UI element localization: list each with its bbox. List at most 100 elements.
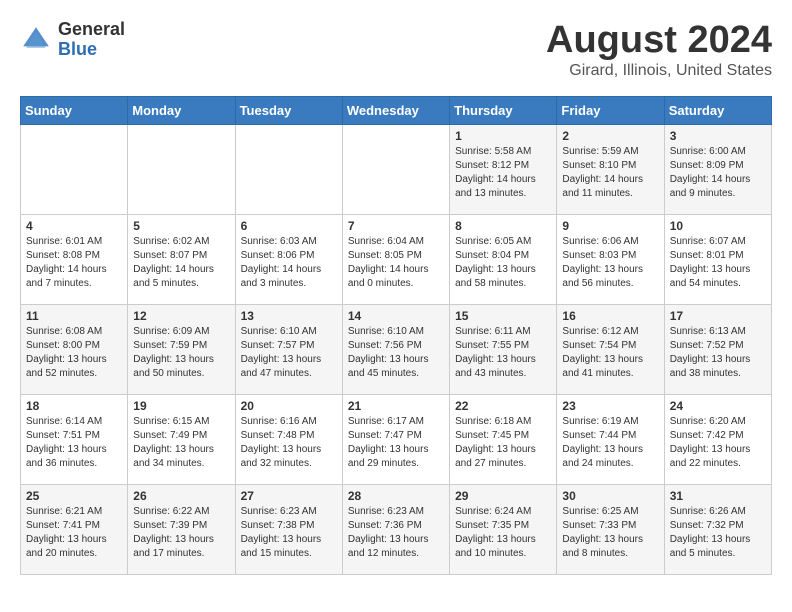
day-info: Sunrise: 6:10 AM Sunset: 7:56 PM Dayligh… — [348, 325, 444, 381]
day-info: Sunrise: 6:07 AM Sunset: 8:01 PM Dayligh… — [670, 235, 766, 291]
day-info: Sunrise: 6:11 AM Sunset: 7:55 PM Dayligh… — [455, 325, 551, 381]
calendar-cell: 12 Sunrise: 6:09 AM Sunset: 7:59 PM Dayli… — [128, 304, 235, 394]
logo: General Blue — [20, 20, 125, 60]
weekday-header-sunday: Sunday — [21, 96, 128, 124]
month-title: August 2024 — [546, 20, 772, 62]
day-info: Sunrise: 6:23 AM Sunset: 7:38 PM Dayligh… — [241, 505, 337, 561]
calendar-cell: 4 Sunrise: 6:01 AM Sunset: 8:08 PM Daylig… — [21, 214, 128, 304]
day-info: Sunrise: 6:14 AM Sunset: 7:51 PM Dayligh… — [26, 415, 122, 471]
calendar-cell: 31 Sunrise: 6:26 AM Sunset: 7:32 PM Dayli… — [664, 484, 771, 574]
day-number: 12 — [133, 309, 229, 323]
day-info: Sunrise: 6:06 AM Sunset: 8:03 PM Dayligh… — [562, 235, 658, 291]
weekday-header-monday: Monday — [128, 96, 235, 124]
day-number: 23 — [562, 399, 658, 413]
calendar-cell: 18 Sunrise: 6:14 AM Sunset: 7:51 PM Dayli… — [21, 394, 128, 484]
day-info: Sunrise: 6:22 AM Sunset: 7:39 PM Dayligh… — [133, 505, 229, 561]
day-number: 3 — [670, 129, 766, 143]
calendar-cell — [128, 124, 235, 214]
day-info: Sunrise: 6:12 AM Sunset: 7:54 PM Dayligh… — [562, 325, 658, 381]
location-text: Girard, Illinois, United States — [546, 62, 772, 80]
calendar-cell: 19 Sunrise: 6:15 AM Sunset: 7:49 PM Dayli… — [128, 394, 235, 484]
day-number: 21 — [348, 399, 444, 413]
day-info: Sunrise: 6:08 AM Sunset: 8:00 PM Dayligh… — [26, 325, 122, 381]
calendar-week-2: 4 Sunrise: 6:01 AM Sunset: 8:08 PM Daylig… — [21, 214, 772, 304]
calendar-body: 1Sunrise: 5:58 AM Sunset: 8:12 PM Daylig… — [21, 124, 772, 574]
calendar-cell: 21Sunrise: 6:17 AM Sunset: 7:47 PM Dayli… — [342, 394, 449, 484]
day-number: 18 — [26, 399, 122, 413]
calendar-cell: 5 Sunrise: 6:02 AM Sunset: 8:07 PM Daylig… — [128, 214, 235, 304]
calendar-week-3: 11 Sunrise: 6:08 AM Sunset: 8:00 PM Dayli… — [21, 304, 772, 394]
day-number: 19 — [133, 399, 229, 413]
calendar-cell: 13 Sunrise: 6:10 AM Sunset: 7:57 PM Dayli… — [235, 304, 342, 394]
day-number: 15 — [455, 309, 551, 323]
logo-text: General Blue — [58, 20, 125, 60]
weekday-header-row: SundayMondayTuesdayWednesdayThursdayFrid… — [21, 96, 772, 124]
calendar-cell: 1Sunrise: 5:58 AM Sunset: 8:12 PM Daylig… — [450, 124, 557, 214]
calendar-cell: 10 Sunrise: 6:07 AM Sunset: 8:01 PM Dayli… — [664, 214, 771, 304]
day-number: 5 — [133, 219, 229, 233]
day-number: 13 — [241, 309, 337, 323]
logo-general-text: General — [58, 20, 125, 40]
day-number: 1 — [455, 129, 551, 143]
calendar-cell: 29 Sunrise: 6:24 AM Sunset: 7:35 PM Dayli… — [450, 484, 557, 574]
calendar-cell: 15 Sunrise: 6:11 AM Sunset: 7:55 PM Dayli… — [450, 304, 557, 394]
day-number: 10 — [670, 219, 766, 233]
calendar-cell: 3Sunrise: 6:00 AM Sunset: 8:09 PM Daylig… — [664, 124, 771, 214]
day-number: 30 — [562, 489, 658, 503]
calendar-cell: 30 Sunrise: 6:25 AM Sunset: 7:33 PM Dayli… — [557, 484, 664, 574]
day-info: Sunrise: 6:19 AM Sunset: 7:44 PM Dayligh… — [562, 415, 658, 471]
calendar-cell: 14 Sunrise: 6:10 AM Sunset: 7:56 PM Dayli… — [342, 304, 449, 394]
weekday-header-saturday: Saturday — [664, 96, 771, 124]
calendar-week-1: 1Sunrise: 5:58 AM Sunset: 8:12 PM Daylig… — [21, 124, 772, 214]
calendar-cell: 23 Sunrise: 6:19 AM Sunset: 7:44 PM Dayli… — [557, 394, 664, 484]
calendar-week-5: 25 Sunrise: 6:21 AM Sunset: 7:41 PM Dayli… — [21, 484, 772, 574]
day-info: Sunrise: 6:10 AM Sunset: 7:57 PM Dayligh… — [241, 325, 337, 381]
day-number: 4 — [26, 219, 122, 233]
calendar-cell — [235, 124, 342, 214]
day-info: Sunrise: 6:21 AM Sunset: 7:41 PM Dayligh… — [26, 505, 122, 561]
day-number: 26 — [133, 489, 229, 503]
calendar-cell: 25 Sunrise: 6:21 AM Sunset: 7:41 PM Dayli… — [21, 484, 128, 574]
calendar-cell: 22 Sunrise: 6:18 AM Sunset: 7:45 PM Dayli… — [450, 394, 557, 484]
calendar-cell: 24Sunrise: 6:20 AM Sunset: 7:42 PM Dayli… — [664, 394, 771, 484]
calendar-cell: 6Sunrise: 6:03 AM Sunset: 8:06 PM Daylig… — [235, 214, 342, 304]
day-number: 2 — [562, 129, 658, 143]
day-number: 6 — [241, 219, 337, 233]
calendar-cell: 26 Sunrise: 6:22 AM Sunset: 7:39 PM Dayli… — [128, 484, 235, 574]
day-info: Sunrise: 6:24 AM Sunset: 7:35 PM Dayligh… — [455, 505, 551, 561]
calendar-cell: 11 Sunrise: 6:08 AM Sunset: 8:00 PM Dayli… — [21, 304, 128, 394]
calendar-cell: 9Sunrise: 6:06 AM Sunset: 8:03 PM Daylig… — [557, 214, 664, 304]
day-number: 14 — [348, 309, 444, 323]
logo-blue-text: Blue — [58, 40, 125, 60]
day-number: 31 — [670, 489, 766, 503]
day-info: Sunrise: 6:01 AM Sunset: 8:08 PM Dayligh… — [26, 235, 122, 291]
day-info: Sunrise: 6:02 AM Sunset: 8:07 PM Dayligh… — [133, 235, 229, 291]
day-number: 25 — [26, 489, 122, 503]
day-number: 28 — [348, 489, 444, 503]
day-info: Sunrise: 6:15 AM Sunset: 7:49 PM Dayligh… — [133, 415, 229, 471]
day-info: Sunrise: 6:18 AM Sunset: 7:45 PM Dayligh… — [455, 415, 551, 471]
calendar-table: SundayMondayTuesdayWednesdayThursdayFrid… — [20, 96, 772, 575]
calendar-week-4: 18 Sunrise: 6:14 AM Sunset: 7:51 PM Dayli… — [21, 394, 772, 484]
day-info: Sunrise: 6:26 AM Sunset: 7:32 PM Dayligh… — [670, 505, 766, 561]
logo-icon — [20, 24, 52, 56]
day-number: 22 — [455, 399, 551, 413]
calendar-cell — [21, 124, 128, 214]
day-info: Sunrise: 6:25 AM Sunset: 7:33 PM Dayligh… — [562, 505, 658, 561]
day-number: 11 — [26, 309, 122, 323]
day-info: Sunrise: 6:05 AM Sunset: 8:04 PM Dayligh… — [455, 235, 551, 291]
calendar-header: SundayMondayTuesdayWednesdayThursdayFrid… — [21, 96, 772, 124]
calendar-cell: 28 Sunrise: 6:23 AM Sunset: 7:36 PM Dayli… — [342, 484, 449, 574]
day-number: 17 — [670, 309, 766, 323]
day-number: 29 — [455, 489, 551, 503]
calendar-cell — [342, 124, 449, 214]
day-info: Sunrise: 5:59 AM Sunset: 8:10 PM Dayligh… — [562, 145, 658, 201]
weekday-header-wednesday: Wednesday — [342, 96, 449, 124]
weekday-header-thursday: Thursday — [450, 96, 557, 124]
day-info: Sunrise: 6:16 AM Sunset: 7:48 PM Dayligh… — [241, 415, 337, 471]
calendar-cell: 27Sunrise: 6:23 AM Sunset: 7:38 PM Dayli… — [235, 484, 342, 574]
weekday-header-tuesday: Tuesday — [235, 96, 342, 124]
weekday-header-friday: Friday — [557, 96, 664, 124]
day-info: Sunrise: 6:09 AM Sunset: 7:59 PM Dayligh… — [133, 325, 229, 381]
day-info: Sunrise: 6:23 AM Sunset: 7:36 PM Dayligh… — [348, 505, 444, 561]
